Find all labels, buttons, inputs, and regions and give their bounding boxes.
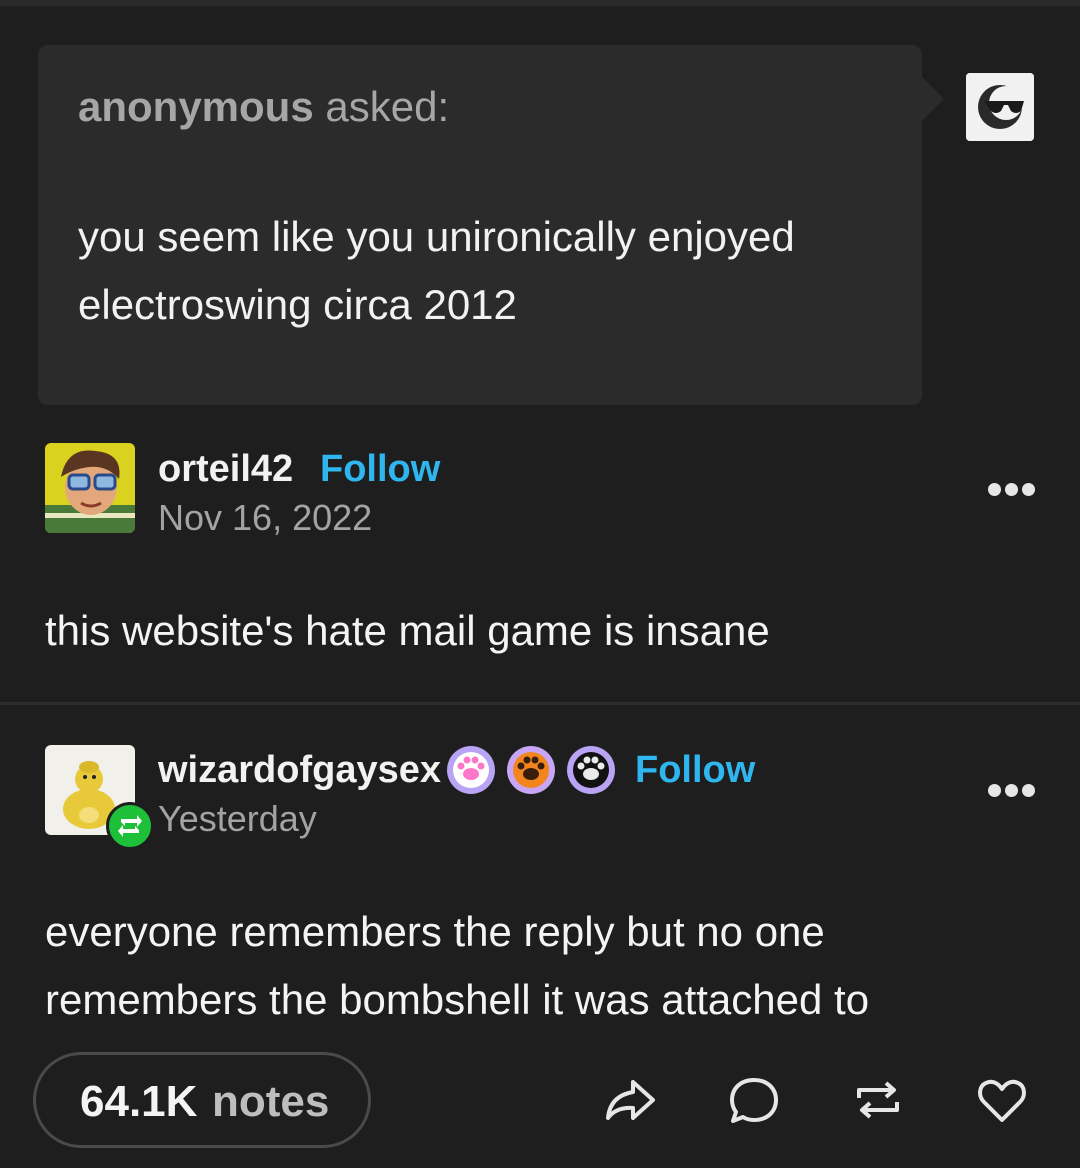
black-paw-badge[interactable]: [565, 744, 617, 796]
notes-count: 64.1K: [80, 1077, 198, 1126]
cartoon-face-avatar-icon: [45, 443, 135, 533]
ask-question: you seem like you unironically enjoyed e…: [78, 213, 795, 328]
post-divider: [0, 702, 1080, 705]
reblog-icon[interactable]: [850, 1072, 906, 1128]
asker-line: anonymous asked:: [78, 83, 449, 131]
post1-more-options-icon[interactable]: [988, 483, 1036, 497]
post1-date: Nov 16, 2022: [158, 497, 373, 538]
like-icon[interactable]: [974, 1072, 1030, 1128]
orteil42-avatar[interactable]: [45, 443, 135, 533]
ask-bubble: anonymous asked: you seem like you uniro…: [38, 45, 944, 405]
notes-button[interactable]: 64.1K notes: [33, 1052, 371, 1148]
post2-body: everyone remembers the reply but no one …: [45, 908, 870, 1023]
post1-username[interactable]: orteil42: [158, 448, 293, 491]
post1-follow-button[interactable]: Follow: [320, 448, 440, 491]
anonymous-avatar: [966, 73, 1034, 141]
post2-date: Yesterday: [158, 798, 317, 839]
asker-name: anonymous: [78, 83, 314, 130]
post2-follow-button[interactable]: Follow: [635, 749, 755, 792]
post1-body: this website's hate mail game is insane: [45, 607, 770, 654]
sunglasses-face-icon: [966, 73, 1034, 141]
notes-label: notes: [212, 1077, 330, 1126]
orange-paw-badge[interactable]: [505, 744, 557, 796]
post2-username[interactable]: wizardofgaysex: [158, 749, 441, 792]
reblog-indicator-icon: [106, 802, 154, 850]
asked-label: asked:: [325, 83, 450, 130]
share-icon[interactable]: [602, 1072, 658, 1128]
post2-more-options-icon[interactable]: [988, 784, 1036, 798]
reply-icon[interactable]: [726, 1072, 782, 1128]
top-divider: [0, 0, 1080, 6]
pink-paw-badge[interactable]: [445, 744, 497, 796]
